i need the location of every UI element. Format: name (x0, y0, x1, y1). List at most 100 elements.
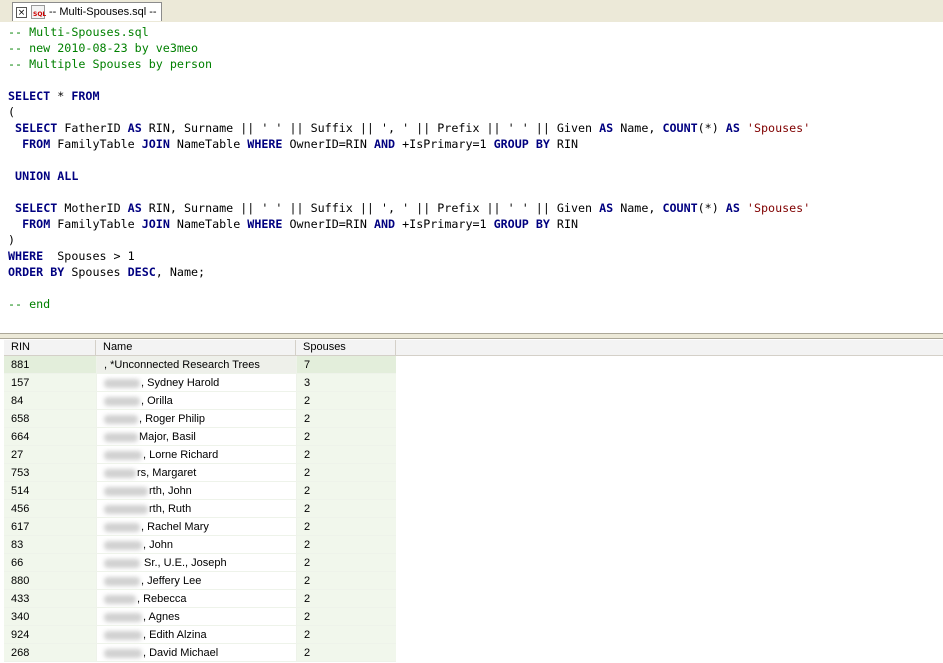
cell-spouses[interactable]: 2 (296, 464, 396, 482)
table-row[interactable]: 268 , David Michael 2 (4, 644, 396, 662)
name-text: , Edith Alzina (143, 629, 207, 641)
cell-name[interactable]: , Lorne Richard (96, 446, 296, 464)
cell-spouses[interactable]: 2 (296, 536, 396, 554)
cell-spouses[interactable]: 2 (296, 500, 396, 518)
sql-text: Spouses > 1 (43, 249, 135, 263)
cell-name[interactable]: , Jeffery Lee (96, 572, 296, 590)
cell-spouses[interactable]: 7 (296, 356, 396, 374)
cell-spouses[interactable]: 2 (296, 644, 396, 662)
table-row[interactable]: 433 , Rebecca 2 (4, 590, 396, 608)
cell-name[interactable]: rs, Margaret (96, 464, 296, 482)
cell-spouses[interactable]: 2 (296, 482, 396, 500)
cell-spouses[interactable]: 2 (296, 554, 396, 572)
cell-spouses[interactable]: 2 (296, 626, 396, 644)
cell-rin[interactable]: 27 (4, 446, 96, 464)
table-row[interactable]: 157 , Sydney Harold 3 (4, 374, 396, 392)
cell-rin[interactable]: 268 (4, 644, 96, 662)
cell-spouses[interactable]: 2 (296, 392, 396, 410)
table-row[interactable]: 66 Sr., U.E., Joseph 2 (4, 554, 396, 572)
cell-name[interactable]: Sr., U.E., Joseph (96, 554, 296, 572)
sql-code[interactable]: -- Multi-Spouses.sql -- new 2010-08-23 by… (8, 24, 810, 312)
close-icon[interactable]: × (16, 6, 27, 18)
cell-name[interactable]: , Roger Philip (96, 410, 296, 428)
cell-name[interactable]: Major, Basil (96, 428, 296, 446)
table-row[interactable]: 83 , John 2 (4, 536, 396, 554)
sql-text: ( (8, 105, 16, 119)
cell-rin[interactable]: 340 (4, 608, 96, 626)
redacted-surname (104, 450, 142, 460)
sql-keyword: UNION ALL (15, 169, 79, 183)
cell-spouses[interactable]: 2 (296, 572, 396, 590)
cell-rin[interactable]: 664 (4, 428, 96, 446)
cell-spouses[interactable]: 3 (296, 374, 396, 392)
cell-rin[interactable]: 658 (4, 410, 96, 428)
cell-rin[interactable]: 753 (4, 464, 96, 482)
cell-name[interactable]: , Orilla (96, 392, 296, 410)
cell-name[interactable]: , Rebecca (96, 590, 296, 608)
code-line: -- Multi-Spouses.sql (8, 24, 810, 40)
sql-keyword: GROUP BY (493, 137, 550, 151)
sql-text: RIN, Surname || ' ' || Suffix || ', ' ||… (141, 201, 600, 215)
code-line: -- end (8, 296, 810, 312)
sql-text: FatherID (57, 121, 128, 135)
table-row[interactable]: 340 , Agnes 2 (4, 608, 396, 626)
cell-rin[interactable]: 880 (4, 572, 96, 590)
cell-spouses[interactable]: 2 (296, 590, 396, 608)
sql-keyword: JOIN (141, 217, 170, 231)
redacted-surname (104, 594, 136, 604)
cell-name[interactable]: , Rachel Mary (96, 518, 296, 536)
sql-text: , Name; (155, 265, 206, 279)
sql-text: RIN (549, 217, 579, 231)
cell-spouses[interactable]: 2 (296, 446, 396, 464)
table-row[interactable]: 514 rth, John 2 (4, 482, 396, 500)
cell-rin[interactable]: 157 (4, 374, 96, 392)
table-row[interactable]: 658 , Roger Philip 2 (4, 410, 396, 428)
sql-editor[interactable]: -- Multi-Spouses.sql -- new 2010-08-23 by… (0, 22, 943, 333)
table-row[interactable]: 881 , *Unconnected Research Trees 7 (4, 356, 396, 374)
cell-rin[interactable]: 433 (4, 590, 96, 608)
cell-rin[interactable]: 514 (4, 482, 96, 500)
sql-text: Spouses (64, 265, 128, 279)
cell-name[interactable]: , Edith Alzina (96, 626, 296, 644)
table-row[interactable]: 753 rs, Margaret 2 (4, 464, 396, 482)
sql-text: MotherID (57, 201, 128, 215)
table-row[interactable]: 617 , Rachel Mary 2 (4, 518, 396, 536)
cell-rin[interactable]: 881 (4, 356, 96, 374)
column-header-name[interactable]: Name (96, 340, 296, 355)
column-header-rin[interactable]: RIN (4, 340, 96, 355)
table-row[interactable]: 880 , Jeffery Lee 2 (4, 572, 396, 590)
table-row[interactable]: 27 , Lorne Richard 2 (4, 446, 396, 464)
cell-name[interactable]: rth, John (96, 482, 296, 500)
sql-keyword: ORDER BY (8, 265, 65, 279)
cell-rin[interactable]: 617 (4, 518, 96, 536)
cell-spouses[interactable]: 2 (296, 410, 396, 428)
redacted-surname (104, 630, 142, 640)
results-grid[interactable]: RIN Name Spouses 881 , *Unconnected Resea… (0, 339, 943, 663)
cell-name[interactable]: , *Unconnected Research Trees (96, 356, 296, 374)
cell-spouses[interactable]: 2 (296, 608, 396, 626)
sql-keyword: WHERE (8, 249, 44, 263)
cell-name[interactable]: rth, Ruth (96, 500, 296, 518)
sql-keyword: FROM (22, 217, 51, 231)
sql-text: OwnerID=RIN (282, 217, 374, 231)
table-row[interactable]: 664 Major, Basil 2 (4, 428, 396, 446)
cell-name[interactable]: , David Michael (96, 644, 296, 662)
tab-multi-spouses-sql[interactable]: × SQL -- Multi-Spouses.sql -- (12, 2, 162, 21)
cell-rin[interactable]: 66 (4, 554, 96, 572)
cell-rin[interactable]: 924 (4, 626, 96, 644)
cell-name[interactable]: , John (96, 536, 296, 554)
cell-rin[interactable]: 84 (4, 392, 96, 410)
table-row[interactable]: 456 rth, Ruth 2 (4, 500, 396, 518)
column-header-spouses[interactable]: Spouses (296, 340, 396, 355)
cell-name[interactable]: , Agnes (96, 608, 296, 626)
name-text: , Rebecca (137, 593, 187, 605)
cell-name[interactable]: , Sydney Harold (96, 374, 296, 392)
cell-spouses[interactable]: 2 (296, 428, 396, 446)
table-row[interactable]: 924 , Edith Alzina 2 (4, 626, 396, 644)
cell-spouses[interactable]: 2 (296, 518, 396, 536)
cell-rin[interactable]: 456 (4, 500, 96, 518)
cell-rin[interactable]: 83 (4, 536, 96, 554)
table-row[interactable]: 84 , Orilla 2 (4, 392, 396, 410)
